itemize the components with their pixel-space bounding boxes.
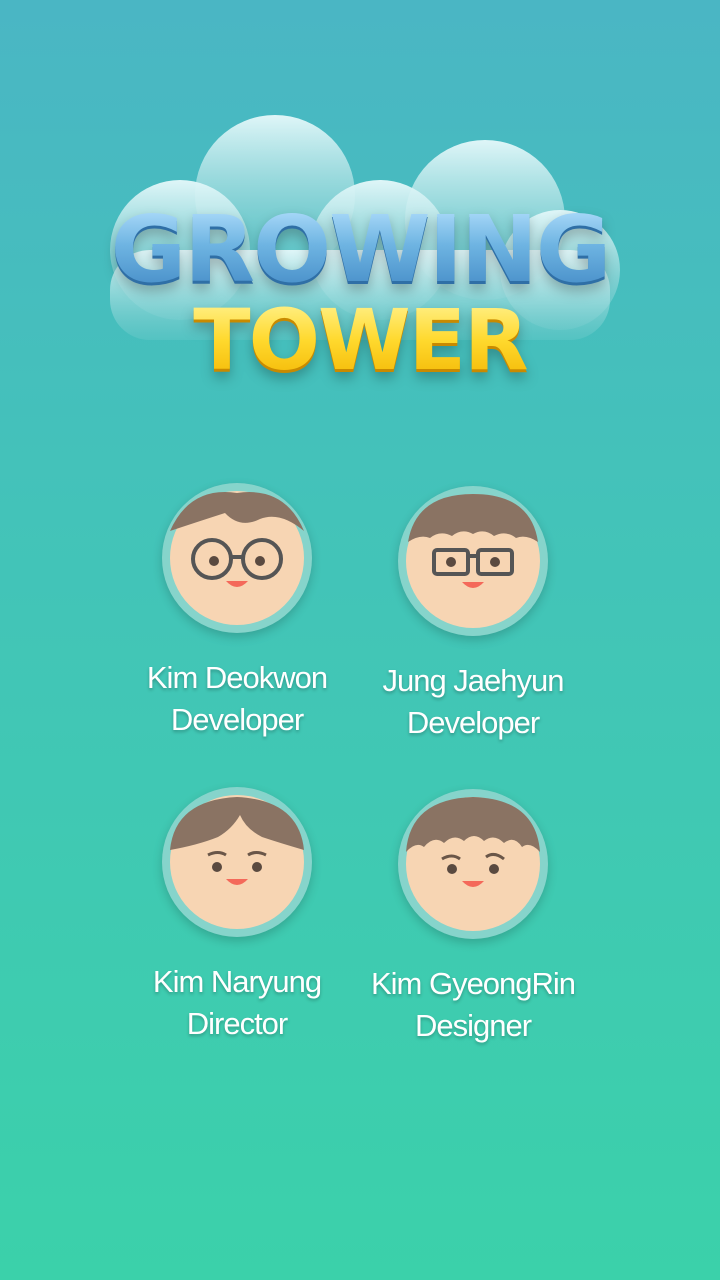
- member-role: Director: [186, 1006, 289, 1041]
- face-square-glasses-icon: [406, 494, 540, 628]
- member-role: Designer: [414, 1008, 532, 1043]
- avatar: [162, 787, 312, 937]
- credit-card-1: Kim Deokwon Developer: [117, 483, 357, 741]
- credit-card-2: Jung Jaehyun Developer: [353, 486, 593, 744]
- member-name: Kim Naryung: [152, 964, 322, 999]
- face-wavy-hair-icon: [406, 797, 540, 931]
- member-role: Developer: [170, 702, 304, 737]
- member-role: Developer: [406, 705, 540, 740]
- logo-line-2: TOWER: [0, 294, 720, 386]
- member-name: Kim GyeongRin: [370, 966, 576, 1001]
- avatar: [162, 483, 312, 633]
- member-name: Kim Deokwon: [146, 660, 328, 695]
- credit-card-3: Kim Naryung Director: [117, 787, 357, 1045]
- game-logo: GROWING TOWER: [0, 200, 720, 387]
- logo-line-1: GROWING: [0, 200, 720, 300]
- avatar: [398, 789, 548, 939]
- member-name: Jung Jaehyun: [382, 663, 564, 698]
- credit-card-4: Kim GyeongRin Designer: [353, 789, 593, 1047]
- face-glasses-icon: [170, 491, 304, 625]
- face-parted-hair-icon: [170, 795, 304, 929]
- avatar: [398, 486, 548, 636]
